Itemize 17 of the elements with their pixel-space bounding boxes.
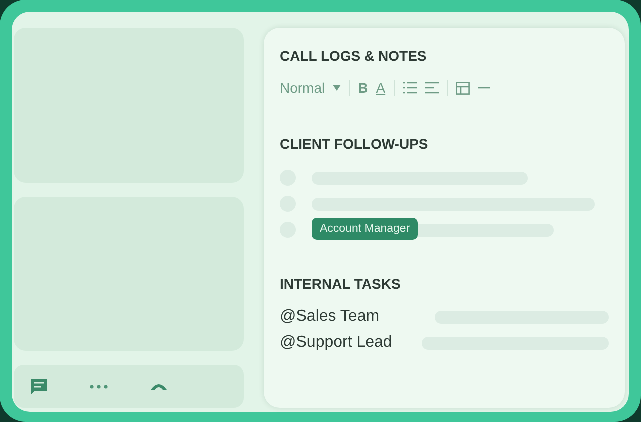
text-color-button[interactable]: A — [376, 80, 386, 96]
section-title: INTERNAL TASKS — [280, 276, 402, 292]
phone-icon — [150, 382, 168, 390]
align-icon — [424, 82, 439, 94]
bold-button[interactable]: B — [358, 80, 368, 96]
caret-icon — [333, 85, 342, 91]
role-tag: Account Manager — [312, 218, 418, 240]
section-title: CLIENT FOLLOW-UPS — [280, 136, 430, 152]
chat-icon — [30, 378, 48, 396]
mention: @Sales Team — [280, 308, 380, 326]
table-icon — [456, 82, 470, 94]
bullet-list-icon — [402, 82, 417, 94]
mention: @Support Lead — [280, 334, 392, 352]
style-dropdown[interactable]: Normal — [280, 80, 326, 96]
more-icon — [90, 384, 108, 388]
section-title: CALL LOGS & NOTES — [280, 48, 428, 64]
horizontal-rule-icon — [478, 87, 490, 89]
